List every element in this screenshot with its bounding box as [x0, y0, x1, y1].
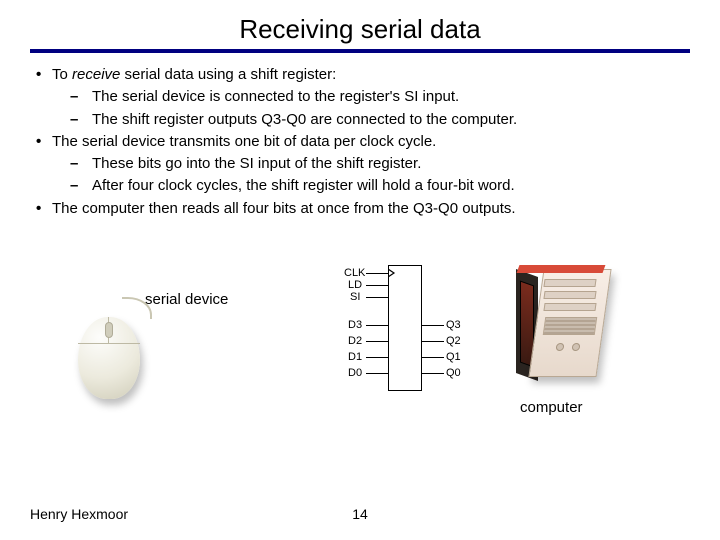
pin-label-d2: D2 [348, 335, 362, 347]
bullet-mark: • [30, 199, 52, 219]
computer-label: computer [520, 399, 583, 416]
bullet-mark: • [30, 65, 52, 85]
dash-mark: – [70, 176, 92, 196]
shift-register-diagram: CLK LD SI D3 D2 D1 D0 Q3 Q2 Q1 Q0 [336, 259, 476, 399]
dash-mark: – [70, 110, 92, 130]
bullet-2-sub-2-text: After four clock cycles, the shift regis… [92, 176, 515, 196]
figure-area: serial device computer CLK LD SI D3 D2 D… [30, 239, 690, 449]
bullet-1-italic: receive [72, 66, 120, 83]
bullet-2-sub-2: – After four clock cycles, the shift reg… [30, 176, 690, 196]
footer-author: Henry Hexmoor [30, 506, 128, 522]
pin-label-clk: CLK [344, 267, 365, 279]
bullet-1-sub-1-text: The serial device is connected to the re… [92, 87, 459, 107]
bullet-list: • To receive serial data using a shift r… [30, 65, 690, 219]
dash-mark: – [70, 154, 92, 174]
pin-label-q2: Q2 [446, 335, 461, 347]
bullet-1-sub-2-text: The shift register outputs Q3-Q0 are con… [92, 110, 517, 130]
bullet-1-text: To receive serial data using a shift reg… [52, 65, 336, 85]
computer-tower-icon [500, 265, 650, 395]
bullet-1: • To receive serial data using a shift r… [30, 65, 690, 85]
bullet-1-pre: To [52, 66, 72, 83]
pin-label-d3: D3 [348, 319, 362, 331]
bullet-2: • The serial device transmits one bit of… [30, 132, 690, 152]
bullet-2-sub-1-text: These bits go into the SI input of the s… [92, 154, 421, 174]
title-separator [30, 49, 690, 53]
bullet-1-sub-1: – The serial device is connected to the … [30, 87, 690, 107]
pin-label-q0: Q0 [446, 367, 461, 379]
pin-label-q3: Q3 [446, 319, 461, 331]
bullet-mark: • [30, 132, 52, 152]
bullet-1-post: serial data using a shift register: [120, 66, 336, 83]
pin-label-d0: D0 [348, 367, 362, 379]
bullet-2-sub-1: – These bits go into the SI input of the… [30, 154, 690, 174]
mouse-icon [60, 299, 170, 409]
bullet-3-text: The computer then reads all four bits at… [52, 199, 516, 219]
footer-page-number: 14 [352, 506, 368, 522]
pin-label-ld: LD [348, 279, 362, 291]
bullet-2-text: The serial device transmits one bit of d… [52, 132, 436, 152]
bullet-1-sub-2: – The shift register outputs Q3-Q0 are c… [30, 110, 690, 130]
slide-title: Receiving serial data [30, 10, 690, 47]
pin-label-q1: Q1 [446, 351, 461, 363]
pin-label-si: SI [350, 291, 360, 303]
pin-label-d1: D1 [348, 351, 362, 363]
dash-mark: – [70, 87, 92, 107]
footer: Henry Hexmoor 14 [30, 506, 690, 522]
bullet-3: • The computer then reads all four bits … [30, 199, 690, 219]
